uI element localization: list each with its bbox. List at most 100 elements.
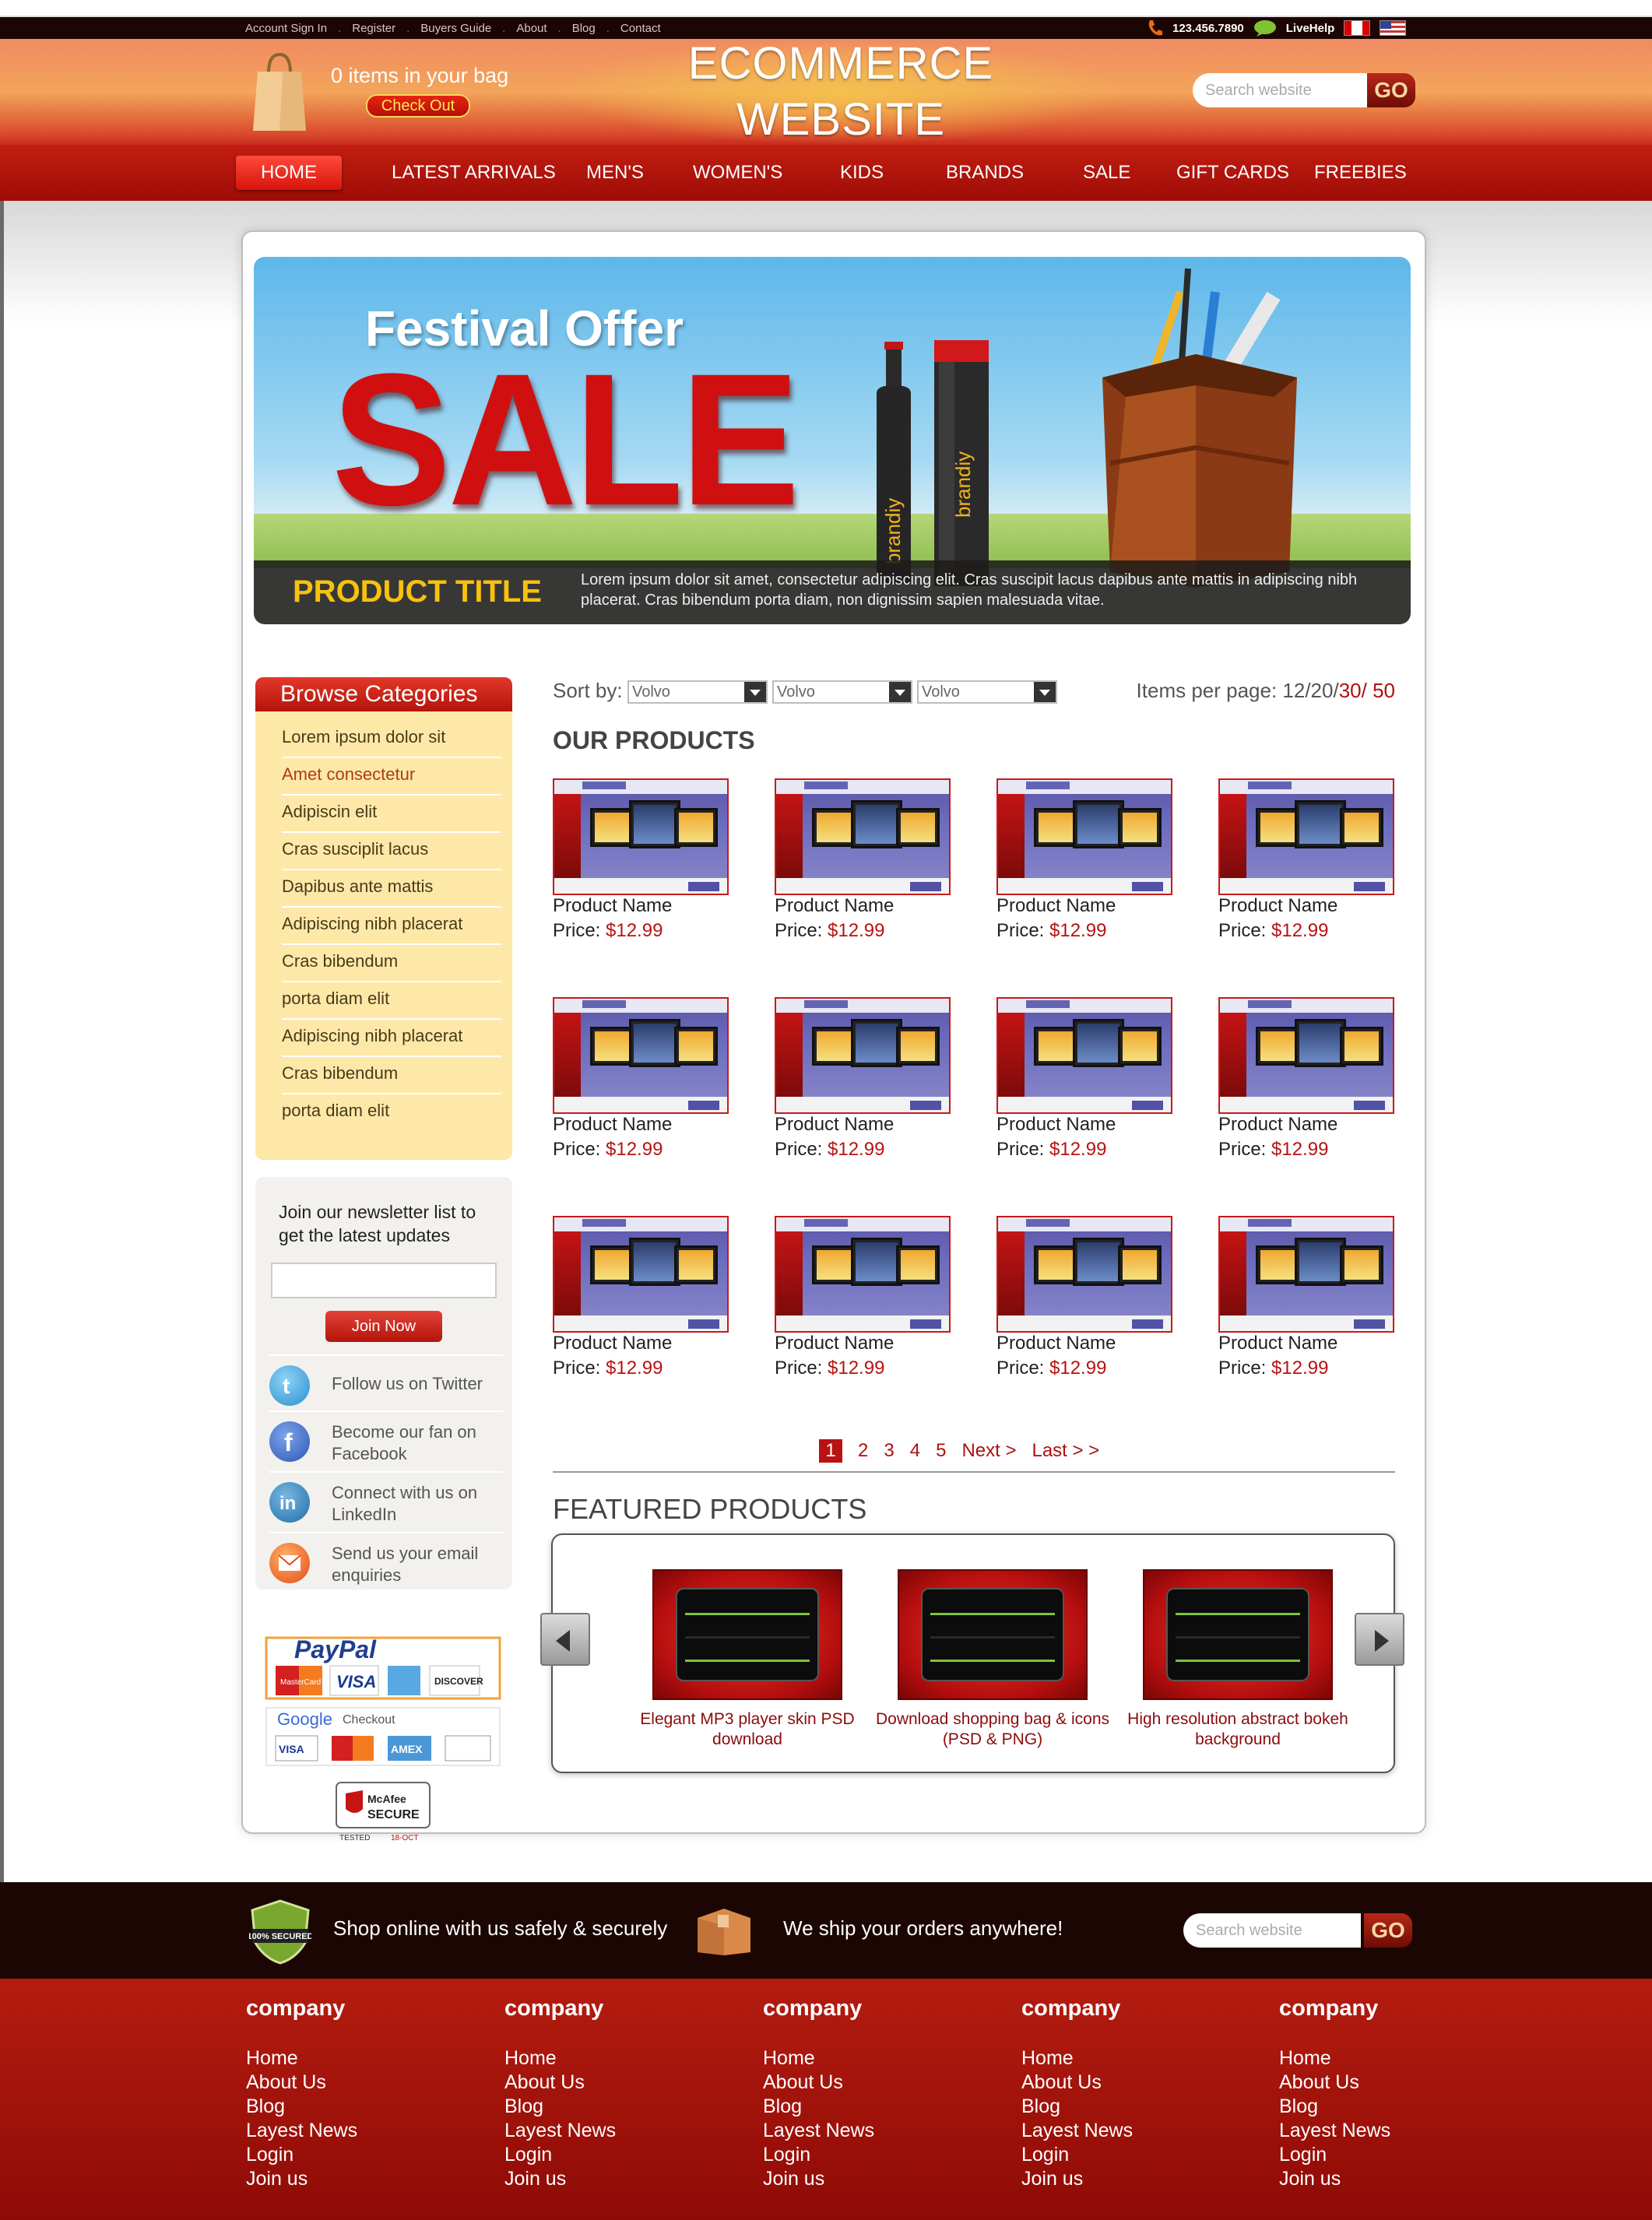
product-thumbnail[interactable] [553, 997, 729, 1114]
checkout-button[interactable]: Check Out [366, 94, 470, 118]
hero-banner[interactable]: Festival Offer SALE brandiy brandiy PROD… [254, 257, 1411, 624]
sort-select-2[interactable]: Volvo [772, 680, 912, 704]
footer-link[interactable]: About Us [246, 2071, 480, 2095]
nav-womens[interactable]: WOMEN'S [693, 145, 782, 201]
product-name[interactable]: Product Name [775, 1114, 894, 1136]
nav-freebies[interactable]: FREEBIES [1314, 145, 1407, 201]
footer-link[interactable]: Join us [1021, 2167, 1255, 2191]
product-thumbnail[interactable] [775, 1216, 951, 1333]
nav-mens[interactable]: MEN'S [586, 145, 644, 201]
footer-link[interactable]: About Us [1021, 2071, 1255, 2095]
category-item[interactable]: porta diam elit [282, 982, 501, 1020]
footer-link[interactable]: Join us [1279, 2167, 1513, 2191]
product-thumbnail[interactable] [1218, 1216, 1394, 1333]
top-link-blog[interactable]: Blog [572, 22, 596, 35]
product-thumbnail[interactable] [996, 778, 1172, 895]
social-twitter[interactable]: t Follow us on Twitter [269, 1354, 503, 1410]
page-link[interactable]: 4 [910, 1440, 920, 1462]
product-card[interactable]: Product Name Price: $12.99 [775, 1216, 951, 1389]
product-name[interactable]: Product Name [553, 895, 672, 917]
footer-link[interactable]: Join us [763, 2167, 996, 2191]
livehelp-link[interactable]: LiveHelp [1286, 22, 1335, 35]
featured-item-title[interactable]: High resolution abstract bokeh backgroun… [1105, 1709, 1370, 1750]
product-card[interactable]: Product Name Price: $12.99 [996, 997, 1172, 1170]
footer-link[interactable]: Home [1279, 2046, 1513, 2071]
footer-link[interactable]: Layest News [504, 2119, 738, 2143]
product-name[interactable]: Product Name [775, 895, 894, 917]
product-card[interactable]: Product Name Price: $12.99 [1218, 997, 1394, 1170]
product-card[interactable]: Product Name Price: $12.99 [996, 1216, 1172, 1389]
footer-link[interactable]: Home [763, 2046, 996, 2071]
top-link-buyers-guide[interactable]: Buyers Guide [420, 22, 491, 35]
ipp-50[interactable]: / 50 [1362, 679, 1395, 702]
nav-latest-arrivals[interactable]: LATEST ARRIVALS [392, 145, 556, 201]
page-current[interactable]: 1 [819, 1439, 842, 1463]
product-thumbnail[interactable] [996, 1216, 1172, 1333]
product-name[interactable]: Product Name [996, 1333, 1116, 1354]
footer-link[interactable]: Blog [246, 2095, 480, 2119]
footer-link[interactable]: About Us [763, 2071, 996, 2095]
ipp-options[interactable]: Items per page: 12/20/ [1137, 679, 1339, 702]
product-card[interactable]: Product Name Price: $12.99 [553, 997, 729, 1170]
product-thumbnail[interactable] [553, 1216, 729, 1333]
canada-flag-icon[interactable] [1344, 20, 1371, 36]
featured-item-title[interactable]: Elegant MP3 player skin PSD download [615, 1709, 880, 1750]
nav-gift-cards[interactable]: GIFT CARDS [1176, 145, 1289, 201]
product-card[interactable]: Product Name Price: $12.99 [775, 997, 951, 1170]
footer-link[interactable]: Layest News [246, 2119, 480, 2143]
category-item[interactable]: Adipiscing nibh placerat [282, 908, 501, 945]
join-now-button[interactable]: Join Now [325, 1311, 442, 1342]
product-name[interactable]: Product Name [775, 1333, 894, 1354]
shopping-bag-icon[interactable] [251, 50, 308, 134]
footer-link[interactable]: Login [1021, 2143, 1255, 2167]
footer-link[interactable]: Blog [763, 2095, 996, 2119]
footer-link[interactable]: Login [246, 2143, 480, 2167]
nav-brands[interactable]: BRANDS [946, 145, 1024, 201]
product-thumbnail[interactable] [775, 997, 951, 1114]
product-card[interactable]: Product Name Price: $12.99 [775, 778, 951, 951]
newsletter-email-input[interactable] [271, 1263, 497, 1298]
category-item[interactable]: Cras bibendum [282, 1057, 501, 1094]
search-go-button[interactable]: GO [1367, 73, 1415, 107]
category-item[interactable]: Adipiscing nibh placerat [282, 1020, 501, 1057]
footer-link[interactable]: Blog [1279, 2095, 1513, 2119]
search-input[interactable]: Search website [1183, 1913, 1361, 1948]
carousel-next-button[interactable] [1355, 1613, 1404, 1666]
carousel-prev-button[interactable] [540, 1613, 590, 1666]
category-item[interactable]: Lorem ipsum dolor sit [282, 721, 501, 758]
product-name[interactable]: Product Name [1218, 1114, 1337, 1136]
nav-sale[interactable]: SALE [1083, 145, 1130, 201]
footer-link[interactable]: Home [504, 2046, 738, 2071]
nav-home[interactable]: HOME [236, 156, 342, 190]
top-link-about[interactable]: About [516, 22, 547, 35]
ipp-30[interactable]: 30 [1339, 679, 1362, 702]
product-card[interactable]: Product Name Price: $12.99 [553, 778, 729, 951]
product-name[interactable]: Product Name [1218, 1333, 1337, 1354]
search-input[interactable]: Search website [1193, 73, 1370, 107]
product-name[interactable]: Product Name [1218, 895, 1337, 917]
footer-link[interactable]: Home [246, 2046, 480, 2071]
social-linkedin[interactable]: in Connect with us on LinkedIn [269, 1471, 503, 1527]
top-link-register[interactable]: Register [352, 22, 395, 35]
product-name[interactable]: Product Name [996, 1114, 1116, 1136]
product-card[interactable]: Product Name Price: $12.99 [996, 778, 1172, 951]
category-item[interactable]: Adipiscin elit [282, 796, 501, 833]
footer-link[interactable]: Layest News [1279, 2119, 1513, 2143]
footer-link[interactable]: Login [763, 2143, 996, 2167]
banner-product-title[interactable]: PRODUCT TITLE [293, 574, 542, 609]
page-link[interactable]: 3 [884, 1440, 894, 1462]
footer-link[interactable]: Blog [1021, 2095, 1255, 2119]
category-item[interactable]: porta diam elit [282, 1094, 501, 1132]
footer-link[interactable]: About Us [1279, 2071, 1513, 2095]
product-thumbnail[interactable] [553, 778, 729, 895]
footer-link[interactable]: Layest News [763, 2119, 996, 2143]
product-thumbnail[interactable] [1218, 778, 1394, 895]
product-card[interactable]: Product Name Price: $12.99 [1218, 1216, 1394, 1389]
product-card[interactable]: Product Name Price: $12.99 [1218, 778, 1394, 951]
product-name[interactable]: Product Name [996, 895, 1116, 917]
category-item[interactable]: Dapibus ante mattis [282, 870, 501, 908]
footer-link[interactable]: Layest News [1021, 2119, 1255, 2143]
footer-link[interactable]: Login [1279, 2143, 1513, 2167]
page-link[interactable]: 2 [858, 1440, 868, 1462]
category-item[interactable]: Amet consectetur [282, 758, 501, 796]
